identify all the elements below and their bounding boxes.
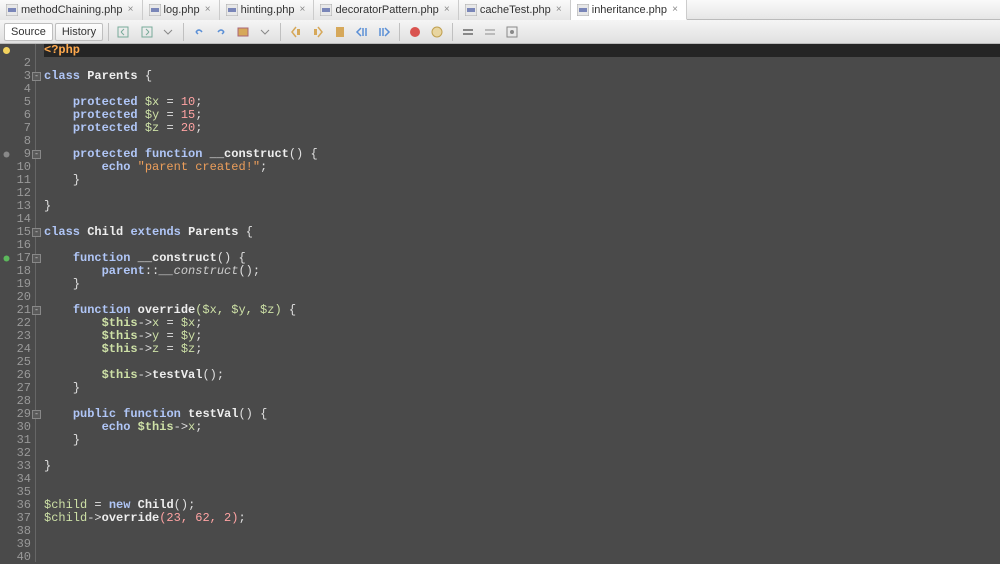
tab-cachetest[interactable]: cacheTest.php × [459, 0, 571, 20]
tab-bar: methodChaining.php × log.php × hinting.p… [0, 0, 1000, 20]
tab-hinting[interactable]: hinting.php × [220, 0, 315, 20]
separator [399, 23, 400, 41]
php-file-icon [226, 4, 238, 16]
close-icon[interactable]: × [670, 5, 680, 15]
tab-decoratorpattern[interactable]: decoratorPattern.php × [314, 0, 458, 20]
redo-icon[interactable] [211, 22, 231, 42]
shift-left-icon[interactable] [352, 22, 372, 42]
php-file-icon [465, 4, 477, 16]
code-line [44, 447, 1000, 460]
gutter: 2 3- 4 5 6 7 8 9- 10 11 12 13 14 15- 16 … [0, 44, 36, 562]
code-line [44, 525, 1000, 538]
code-line: } [44, 174, 1000, 187]
code-line: } [44, 434, 1000, 447]
line-number: 40 [0, 551, 35, 564]
separator [108, 23, 109, 41]
php-file-icon [577, 4, 589, 16]
code-line: $child->override(23, 62, 2); [44, 512, 1000, 525]
undo-icon[interactable] [189, 22, 209, 42]
code-area[interactable]: <?php class Parents { protected $x = 10;… [36, 44, 1000, 562]
tab-inheritance[interactable]: inheritance.php × [571, 0, 687, 20]
close-icon[interactable]: × [554, 5, 564, 15]
uncomment-icon[interactable] [480, 22, 500, 42]
tab-log[interactable]: log.php × [143, 0, 220, 20]
close-icon[interactable]: × [126, 5, 136, 15]
source-button[interactable]: Source [4, 23, 53, 41]
code-editor[interactable]: 2 3- 4 5 6 7 8 9- 10 11 12 13 14 15- 16 … [0, 44, 1000, 562]
bookmark-next-icon[interactable] [308, 22, 328, 42]
toolbar: Source History [0, 20, 1000, 44]
code-line: class Child extends Parents { [44, 226, 1000, 239]
code-line: } [44, 200, 1000, 213]
history-button[interactable]: History [55, 23, 103, 41]
nav-back-icon[interactable] [114, 22, 134, 42]
code-line: $this->z = $z; [44, 343, 1000, 356]
code-line: } [44, 382, 1000, 395]
separator [183, 23, 184, 41]
green-dot-icon [2, 254, 11, 263]
separator [452, 23, 453, 41]
tab-label: decoratorPattern.php [335, 4, 438, 16]
code-line: } [44, 278, 1000, 291]
close-icon[interactable]: × [442, 5, 452, 15]
code-line: <?php [44, 44, 1000, 57]
code-line: protected $z = 20; [44, 122, 1000, 135]
macro-start-icon[interactable] [405, 22, 425, 42]
bookmark-prev-icon[interactable] [286, 22, 306, 42]
separator [280, 23, 281, 41]
code-line: } [44, 460, 1000, 473]
shift-right-icon[interactable] [374, 22, 394, 42]
code-line [44, 538, 1000, 551]
dropdown-icon[interactable] [255, 22, 275, 42]
code-line [44, 551, 1000, 564]
go-to-icon[interactable] [502, 22, 522, 42]
php-file-icon [320, 4, 332, 16]
close-icon[interactable]: × [297, 5, 307, 15]
bulb-icon [2, 46, 11, 55]
dropdown-icon[interactable] [158, 22, 178, 42]
close-icon[interactable]: × [203, 5, 213, 15]
macro-stop-icon[interactable] [427, 22, 447, 42]
code-line [44, 187, 1000, 200]
tab-label: methodChaining.php [21, 4, 123, 16]
comment-icon[interactable] [458, 22, 478, 42]
tab-label: cacheTest.php [480, 4, 551, 16]
code-line: echo $this->x; [44, 421, 1000, 434]
code-line: $this->testVal(); [44, 369, 1000, 382]
php-file-icon [6, 4, 18, 16]
tab-methodchaining[interactable]: methodChaining.php × [0, 0, 143, 20]
bookmark-toggle-icon[interactable] [330, 22, 350, 42]
find-selection-icon[interactable] [233, 22, 253, 42]
code-line: echo "parent created!"; [44, 161, 1000, 174]
code-line [44, 57, 1000, 70]
tab-spacer [687, 0, 1000, 19]
code-line [44, 473, 1000, 486]
tab-label: inheritance.php [592, 4, 667, 16]
dot-icon [2, 150, 11, 159]
php-file-icon [149, 4, 161, 16]
tab-label: hinting.php [241, 4, 295, 16]
code-line: parent::__construct(); [44, 265, 1000, 278]
nav-fwd-icon[interactable] [136, 22, 156, 42]
code-line: class Parents { [44, 70, 1000, 83]
tab-label: log.php [164, 4, 200, 16]
